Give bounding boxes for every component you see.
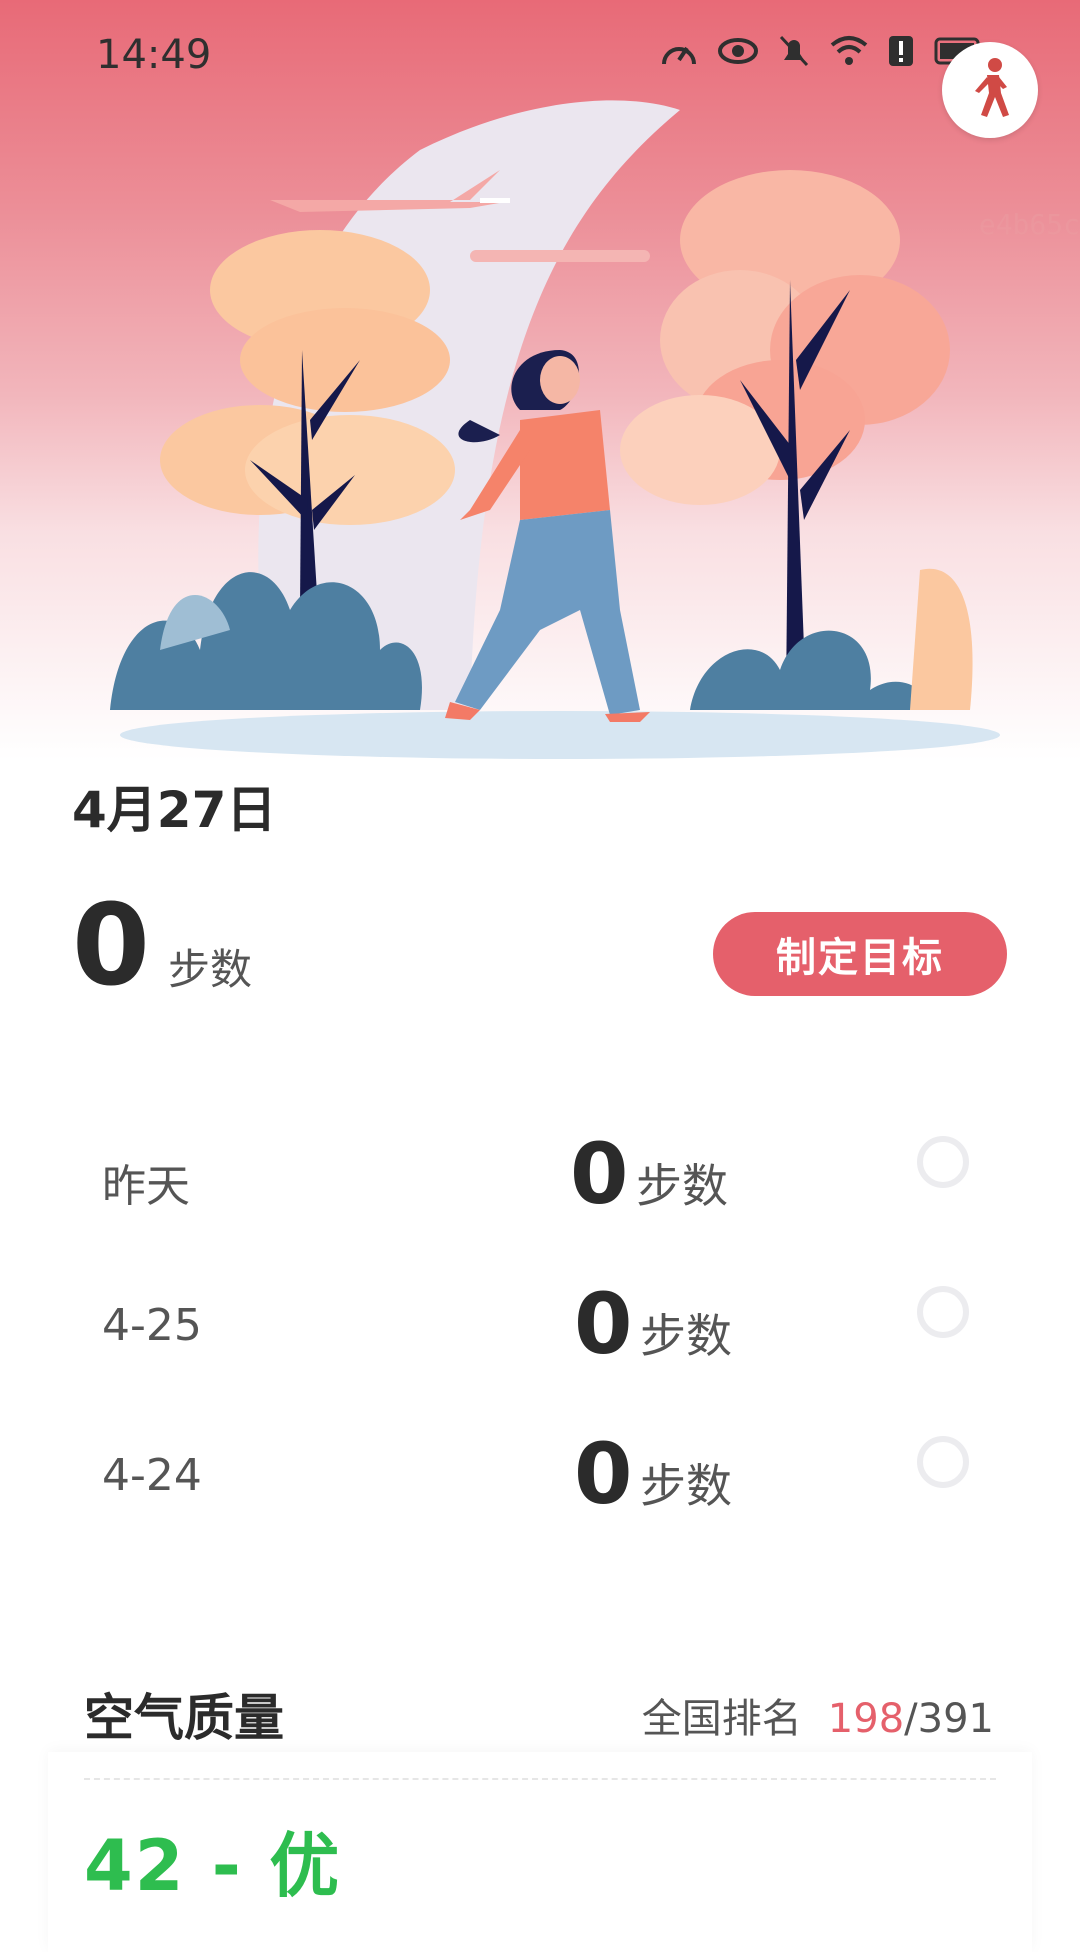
walking-mode-button[interactable] [942, 42, 1038, 138]
color-watermark: e4b65c [978, 208, 1080, 241]
status-time: 14:49 [96, 32, 212, 78]
rank-label: 全国排名 [641, 1696, 802, 1742]
today-steps: 0 步数 [72, 890, 252, 1002]
walking-person-icon [965, 57, 1015, 123]
history-date: 4-25 [102, 1300, 202, 1351]
national-rank: 全国排名 198/391 [642, 1686, 994, 1744]
alert-icon [888, 35, 914, 67]
today-steps-count: 0 [72, 881, 150, 1011]
history-unit: 步数 [640, 1459, 732, 1513]
speedometer-icon [660, 34, 698, 68]
history-date: 昨天 [102, 1161, 190, 1212]
bell-off-icon [778, 34, 810, 68]
history-date: 4-24 [102, 1450, 202, 1501]
air-quality-section[interactable]: 空气质量 全国排名 198/391 42 - 优 [0, 1650, 1080, 1952]
air-quality-title: 空气质量 [84, 1689, 284, 1747]
walking-woman-illustration [110, 100, 1000, 759]
rank-separator: / [904, 1696, 918, 1742]
progress-ring [917, 1286, 969, 1338]
current-date: 4月27日 [72, 781, 277, 839]
progress-ring [917, 1136, 969, 1188]
today-steps-unit: 步数 [167, 945, 252, 994]
hero-banner: 14:49 e4b65c [0, 0, 1080, 760]
history-row[interactable]: 昨天 0 步数 [0, 1120, 1080, 1240]
divider [84, 1778, 996, 1780]
history-row[interactable]: 4-25 0 步数 [0, 1270, 1080, 1390]
status-icons [660, 34, 984, 68]
eye-icon [718, 36, 758, 66]
history-steps: 0 [570, 1125, 629, 1223]
wifi-icon [830, 35, 868, 67]
set-goal-button[interactable]: 制定目标 [713, 912, 1007, 996]
history-unit: 步数 [636, 1159, 728, 1213]
aqi-value: 42 - 优 [84, 1825, 342, 1907]
status-bar: 14:49 [0, 0, 1080, 110]
history-steps: 0 [574, 1275, 633, 1373]
history-unit: 步数 [640, 1309, 732, 1363]
rank-total: 391 [917, 1696, 994, 1742]
history-steps: 0 [574, 1425, 633, 1523]
history-row[interactable]: 4-24 0 步数 [0, 1420, 1080, 1540]
rank-value: 198 [827, 1696, 905, 1742]
progress-ring [917, 1436, 969, 1488]
